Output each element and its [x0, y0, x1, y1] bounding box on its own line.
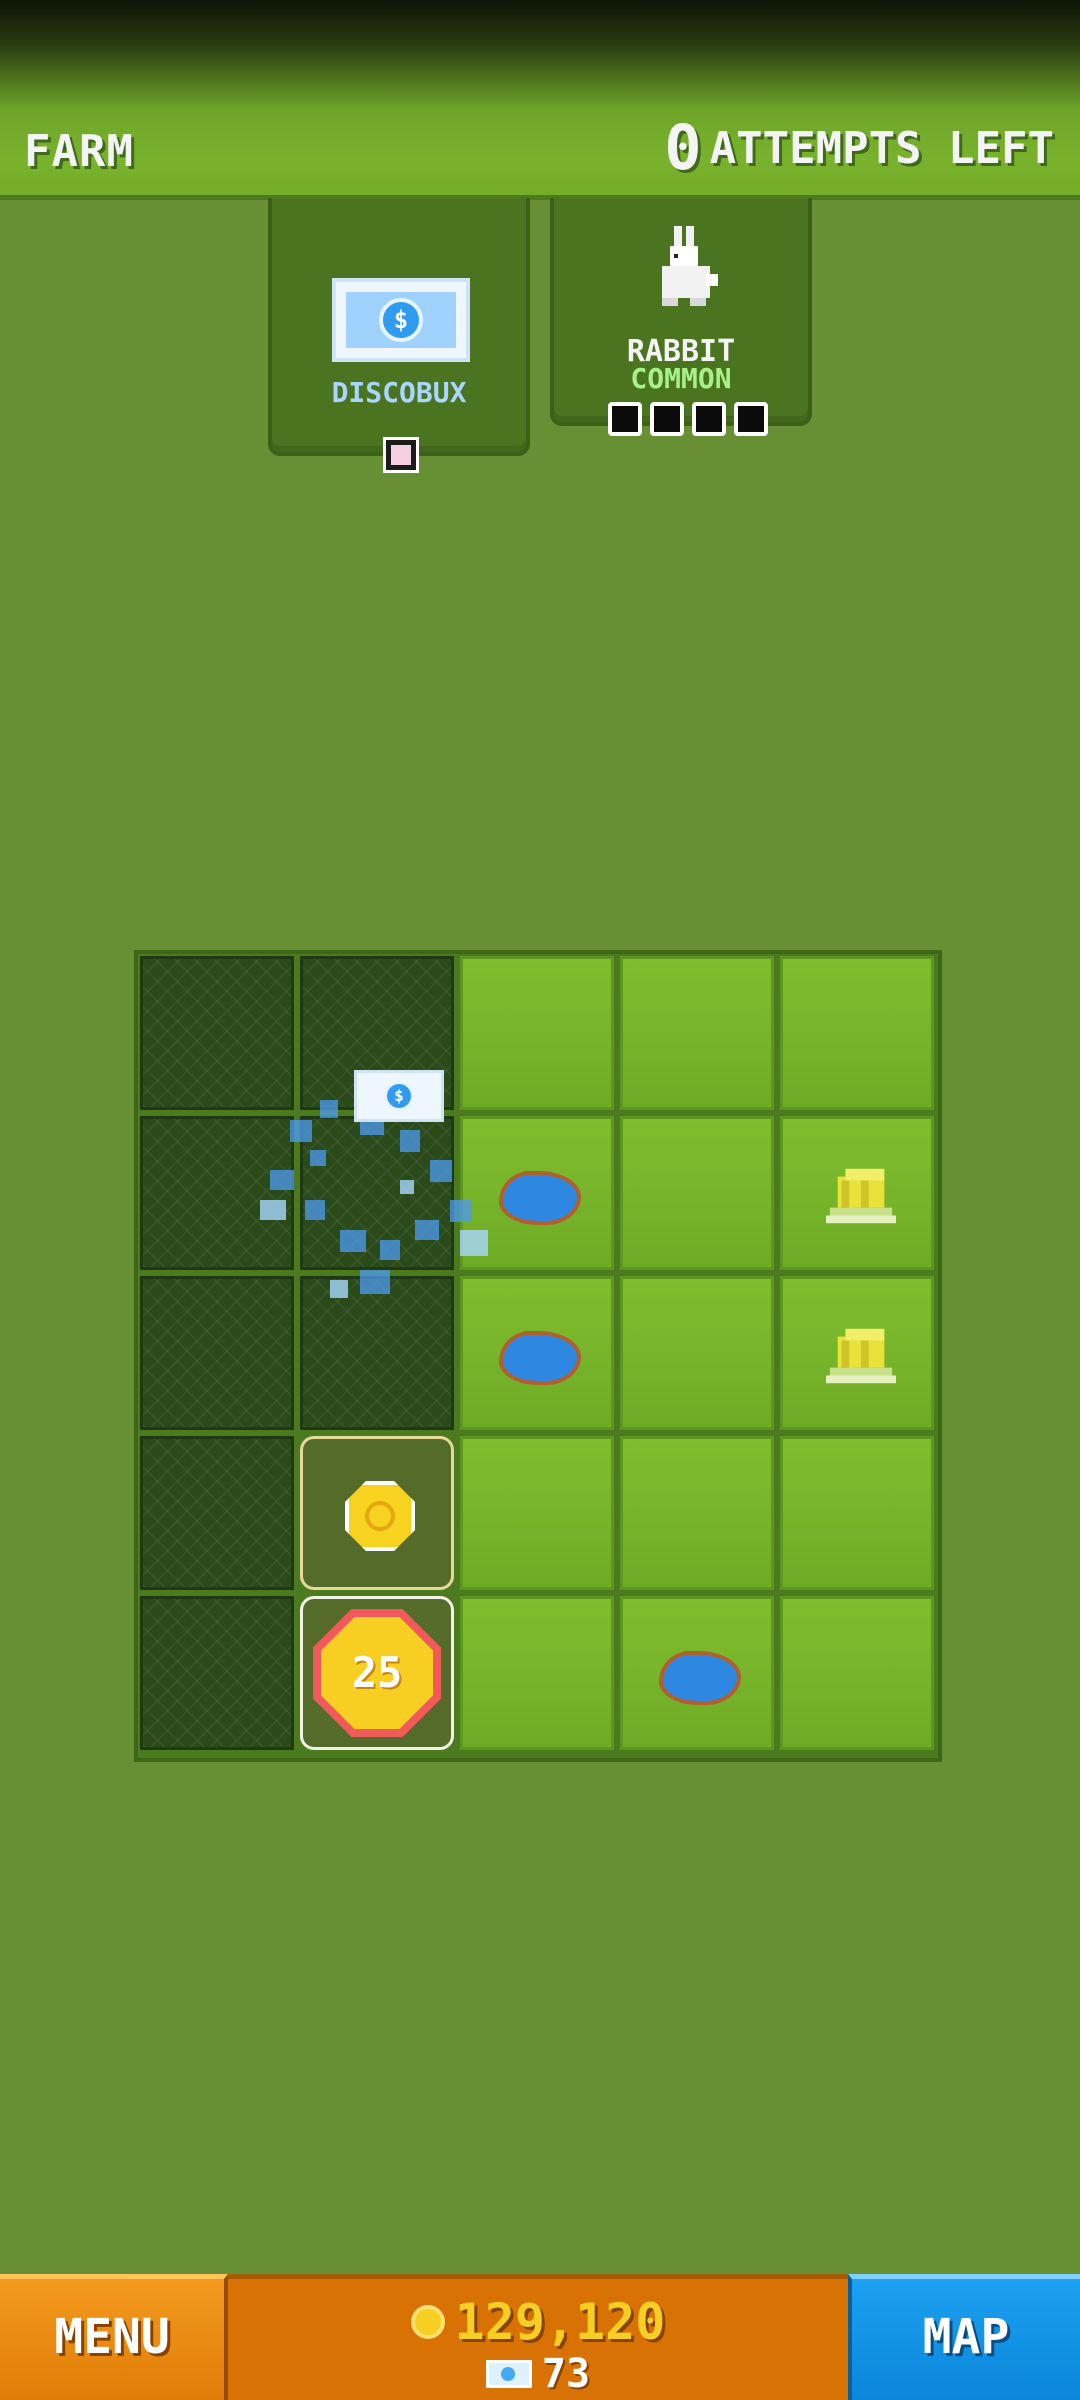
area-name: FARM [24, 126, 134, 177]
puddle-icon [659, 1651, 741, 1705]
coin-icon [345, 1481, 415, 1551]
dug-tile [140, 1596, 294, 1750]
dug-tile [300, 1276, 454, 1430]
coin-reward-tile[interactable]: 25 [300, 1596, 454, 1750]
collection-slot [650, 402, 684, 436]
hay-bale-icon [826, 1168, 896, 1224]
rabbit-rarity: COMMON [630, 362, 732, 395]
grass-tile[interactable] [620, 1436, 774, 1590]
bottom-bar: MENU 129,120 73 MAP [0, 2274, 1080, 2400]
grass-tile[interactable] [460, 1436, 614, 1590]
grass-tile[interactable] [460, 1596, 614, 1750]
dig-board: 25 [134, 950, 942, 1762]
dug-tile [140, 1436, 294, 1590]
dug-tile [140, 1276, 294, 1430]
attempts-indicator: 0 ATTEMPTS LEFT [664, 111, 1054, 184]
coin-tile[interactable] [300, 1436, 454, 1590]
grass-tile[interactable] [780, 956, 934, 1110]
dug-tile [300, 1116, 454, 1270]
currency-panel: 129,120 73 [228, 2274, 848, 2400]
grass-tile[interactable] [620, 1596, 774, 1750]
coin-balance: 129,120 [454, 2293, 666, 2351]
grass-tile[interactable] [780, 1436, 934, 1590]
attempts-label: ATTEMPTS LEFT [709, 122, 1054, 174]
discobux-icon [485, 2360, 532, 2388]
menu-button[interactable]: MENU [0, 2274, 228, 2400]
discobux-label: DISCOBUX [331, 376, 467, 409]
discobux-balance: 73 [541, 2351, 591, 2397]
attempts-count: 0 [664, 111, 702, 184]
rabbit-icon [662, 226, 718, 306]
grass-tile[interactable] [780, 1596, 934, 1750]
found-discobux-bill-icon: $ [354, 1070, 444, 1122]
grass-tile[interactable] [620, 956, 774, 1110]
collection-slot [692, 402, 726, 436]
rabbit-reward-card: RABBIT COMMON [550, 198, 812, 436]
discobux-bill-icon: $ [332, 278, 470, 362]
rabbit-collection-slots [608, 402, 768, 436]
grass-tile[interactable] [460, 1276, 614, 1430]
grass-tile[interactable] [780, 1116, 934, 1270]
big-coin-icon: 25 [313, 1609, 441, 1737]
discobux-progress-dot [383, 437, 419, 473]
puddle-icon [499, 1171, 581, 1225]
dug-tile [140, 1116, 294, 1270]
coin-reward-value: 25 [321, 1617, 433, 1729]
collection-slot [608, 402, 642, 436]
puddle-icon [499, 1331, 581, 1385]
collection-slot [734, 402, 768, 436]
dug-tile [140, 956, 294, 1110]
map-button[interactable]: MAP [848, 2274, 1080, 2400]
discobux-reward-card: $ DISCOBUX [268, 198, 530, 473]
grass-tile[interactable] [460, 956, 614, 1110]
hay-bale-icon [826, 1328, 896, 1384]
grass-tile[interactable] [780, 1276, 934, 1430]
grass-tile[interactable] [620, 1116, 774, 1270]
top-bar: FARM 0 ATTEMPTS LEFT [0, 0, 1080, 200]
coin-icon [410, 2305, 445, 2339]
grass-tile[interactable] [620, 1276, 774, 1430]
grass-tile[interactable] [460, 1116, 614, 1270]
